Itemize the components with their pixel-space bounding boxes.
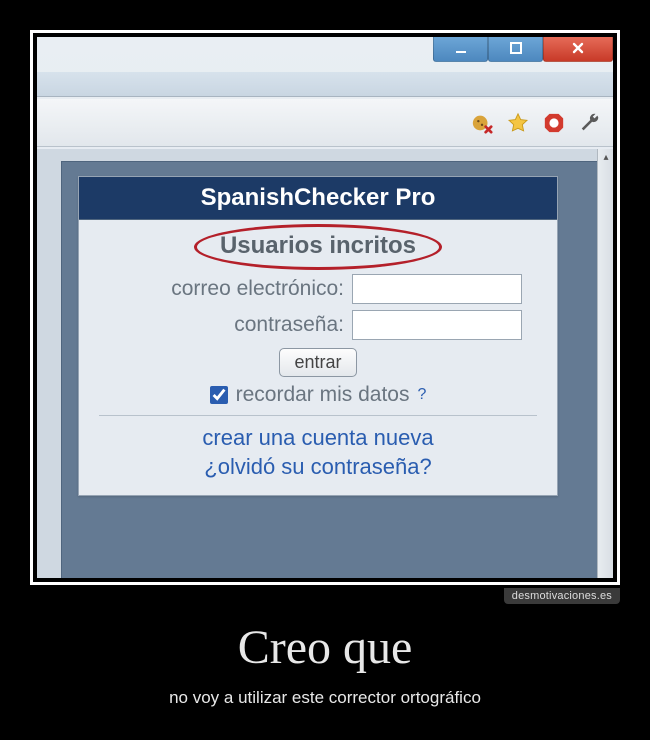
vertical-scrollbar[interactable]: ▴ bbox=[597, 149, 613, 578]
help-icon[interactable]: ? bbox=[418, 386, 427, 404]
email-row: correo electrónico: bbox=[93, 274, 543, 304]
maximize-button[interactable] bbox=[488, 37, 543, 62]
login-title: SpanishChecker Pro bbox=[79, 177, 557, 220]
create-account-link[interactable]: crear una cuenta nueva bbox=[93, 424, 543, 453]
login-links: crear una cuenta nueva ¿olvidó su contra… bbox=[93, 424, 543, 481]
password-row: contraseña: bbox=[93, 310, 543, 340]
submit-row: entrar bbox=[93, 348, 543, 377]
login-subheader-wrap: Usuarios incritos bbox=[220, 232, 416, 260]
browser-toolbar bbox=[37, 99, 613, 147]
caption-subtitle: no voy a utilizar este corrector ortográ… bbox=[0, 688, 650, 708]
star-icon[interactable] bbox=[507, 112, 529, 134]
remember-label: recordar mis datos bbox=[236, 383, 410, 407]
page-background: SpanishChecker Pro Usuarios incritos cor… bbox=[61, 161, 603, 578]
window-controls bbox=[433, 37, 613, 68]
image-frame: SpanishChecker Pro Usuarios incritos cor… bbox=[30, 30, 620, 585]
wrench-icon[interactable] bbox=[579, 112, 601, 134]
minimize-button[interactable] bbox=[433, 37, 488, 62]
remember-row: recordar mis datos ? bbox=[93, 383, 543, 407]
cookie-block-icon[interactable] bbox=[471, 112, 493, 134]
browser-screenshot: SpanishChecker Pro Usuarios incritos cor… bbox=[37, 37, 613, 578]
close-button[interactable] bbox=[543, 37, 613, 62]
scroll-up-arrow[interactable]: ▴ bbox=[598, 149, 613, 165]
adblock-icon[interactable] bbox=[543, 112, 565, 134]
login-body: Usuarios incritos correo electrónico: co… bbox=[79, 220, 557, 495]
login-subheader: Usuarios incritos bbox=[220, 232, 416, 259]
submit-button[interactable]: entrar bbox=[279, 348, 356, 377]
password-label: contraseña: bbox=[114, 313, 344, 337]
password-field[interactable] bbox=[352, 310, 522, 340]
email-field[interactable] bbox=[352, 274, 522, 304]
watermark: desmotivaciones.es bbox=[504, 588, 620, 604]
demotivational-poster: SpanishChecker Pro Usuarios incritos cor… bbox=[0, 0, 650, 740]
page-content-area: SpanishChecker Pro Usuarios incritos cor… bbox=[37, 149, 597, 578]
divider bbox=[99, 415, 537, 416]
email-label: correo electrónico: bbox=[114, 277, 344, 301]
tab-strip bbox=[37, 72, 613, 97]
forgot-password-link[interactable]: ¿olvidó su contraseña? bbox=[93, 453, 543, 482]
caption-title: Creo que bbox=[0, 620, 650, 675]
login-box: SpanishChecker Pro Usuarios incritos cor… bbox=[78, 176, 558, 496]
remember-checkbox[interactable] bbox=[210, 386, 228, 404]
